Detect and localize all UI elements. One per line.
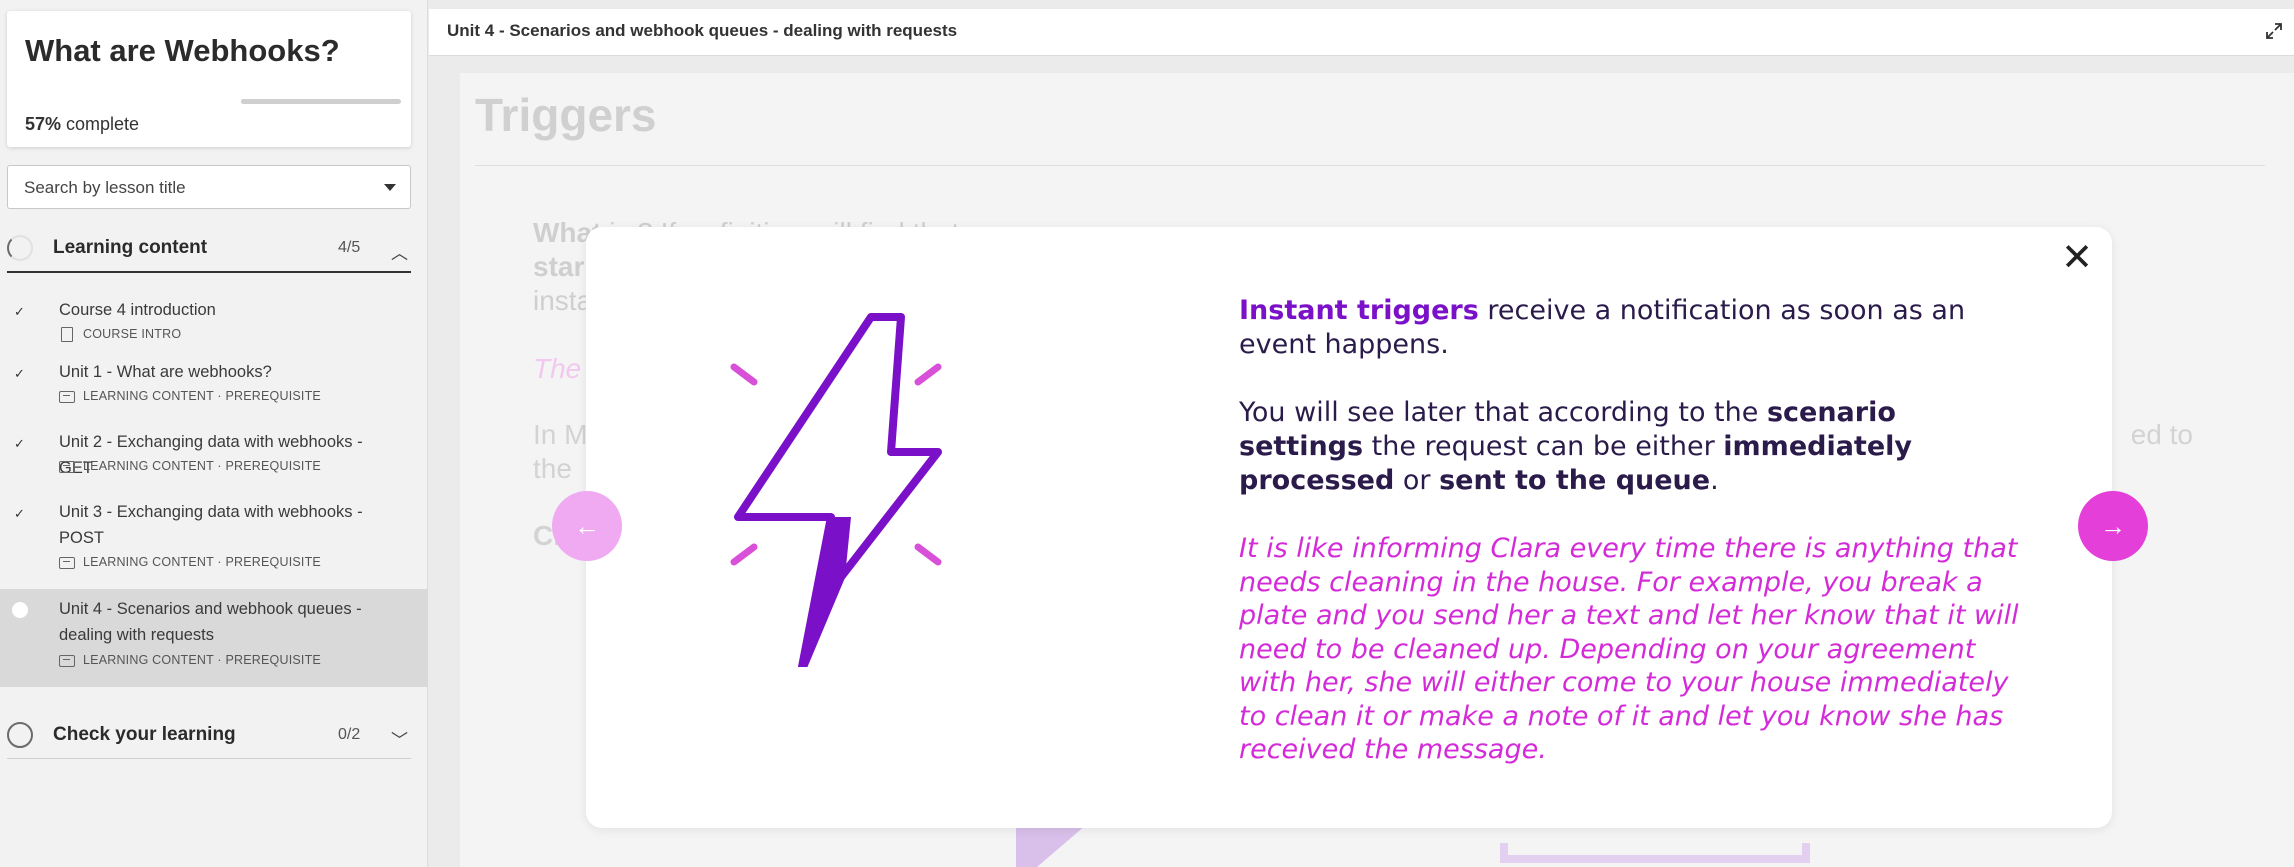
arrow-left-icon: ← — [574, 510, 600, 541]
flashcard-modal: ✕ Instant triggers receive a notificatio… — [586, 227, 2112, 828]
lesson-title: Unit 2 - Exchanging data with webhooks -… — [59, 433, 363, 477]
progress-bar — [241, 99, 401, 104]
search-placeholder: Search by lesson title — [24, 178, 186, 197]
background-shape — [1016, 825, 1086, 867]
check-icon: ✓ — [14, 304, 25, 319]
lesson-list: ✓ Course 4 introduction COURSE INTRO ✓ U… — [0, 296, 428, 687]
lesson-item-active[interactable]: Unit 4 - Scenarios and webhook queues - … — [0, 589, 428, 687]
background-divider — [475, 165, 2265, 166]
section-divider — [7, 758, 411, 759]
section-check-your-learning[interactable]: Check your learning 0/2 ﹀ — [7, 714, 411, 759]
arrow-right-icon: → — [2100, 510, 2126, 541]
caret-down-icon — [384, 184, 396, 191]
progress-bar-fill — [241, 99, 333, 104]
section-count: 4/5 — [338, 239, 361, 256]
chevron-down-icon: ﹀ — [391, 731, 408, 750]
check-icon: ✓ — [14, 366, 25, 381]
section-progress-ring-icon — [7, 722, 33, 748]
paragraph-1: Instant triggers receive a notification … — [1239, 295, 1966, 360]
paragraph-2: You will see later that according to the… — [1239, 397, 1913, 496]
lesson-meta: COURSE INTRO — [59, 327, 181, 343]
lesson-meta: LEARNING CONTENT · PREREQUISITE — [59, 555, 321, 569]
section-label: Check your learning — [53, 724, 236, 745]
course-header-card: What are Webhooks? 57% complete — [7, 11, 411, 147]
background-shape — [1500, 843, 1810, 863]
slides-icon — [59, 556, 75, 569]
lesson-item[interactable]: ✓ Unit 3 - Exchanging data with webhooks… — [0, 492, 428, 589]
previous-card-button[interactable]: ← — [552, 491, 622, 561]
close-button[interactable]: ✕ — [2061, 239, 2093, 277]
background-italic-text: The — [533, 353, 582, 384]
paragraph-3-example: It is like informing Clara every time th… — [1239, 533, 2019, 765]
section-divider — [7, 271, 411, 273]
lesson-item[interactable]: ✓ Unit 2 - Exchanging data with webhooks… — [0, 422, 428, 492]
lesson-meta: LEARNING CONTENT · PREREQUISITE — [59, 389, 321, 403]
check-icon: ✓ — [14, 506, 25, 521]
chevron-up-icon: ︿ — [391, 244, 408, 263]
background-heading: Triggers — [475, 89, 657, 141]
slides-icon — [59, 654, 75, 667]
lesson-title: Course 4 introduction — [59, 301, 216, 319]
lesson-title: Unit 4 - Scenarios and webhook queues - … — [59, 600, 362, 644]
progress-percent: 57% — [25, 114, 62, 134]
course-sidebar: What are Webhooks? 57% complete Search b… — [0, 0, 428, 867]
unit-title: Unit 4 - Scenarios and webhook queues - … — [447, 21, 958, 40]
flashcard-text: Instant triggers receive a notification … — [1239, 294, 2029, 801]
lesson-meta: LEARNING CONTENT · PREREQUISITE — [59, 459, 321, 473]
section-label: Learning content — [53, 237, 208, 258]
section-learning-content[interactable]: Learning content 4/5 ︿ — [7, 227, 411, 273]
lesson-title: Unit 3 - Exchanging data with webhooks -… — [59, 503, 363, 547]
lesson-title: Unit 1 - What are webhooks? — [59, 363, 272, 381]
instant-triggers-highlight: Instant triggers — [1239, 295, 1479, 326]
expand-icon[interactable] — [2264, 21, 2284, 41]
check-icon: ✓ — [14, 436, 25, 451]
lesson-meta: LEARNING CONTENT · PREREQUISITE — [59, 653, 321, 667]
progress-suffix: complete — [61, 114, 140, 134]
next-card-button[interactable]: → — [2078, 491, 2148, 561]
progress-text: 57% complete — [25, 114, 139, 135]
lightning-bolt-icon — [730, 313, 942, 667]
lesson-item[interactable]: ✓ Course 4 introduction COURSE INTRO — [0, 296, 428, 352]
slides-icon — [59, 390, 75, 403]
course-title: What are Webhooks? — [25, 33, 340, 68]
section-count: 0/2 — [338, 726, 361, 743]
section-progress-ring-icon — [7, 235, 33, 261]
lesson-topbar: Unit 4 - Scenarios and webhook queues - … — [429, 9, 2294, 56]
lesson-search-select[interactable]: Search by lesson title — [7, 165, 411, 209]
slides-icon — [59, 460, 75, 473]
lesson-item[interactable]: ✓ Unit 1 - What are webhooks? LEARNING C… — [0, 352, 428, 422]
current-lesson-dot-icon — [12, 602, 28, 618]
document-icon — [61, 327, 73, 343]
